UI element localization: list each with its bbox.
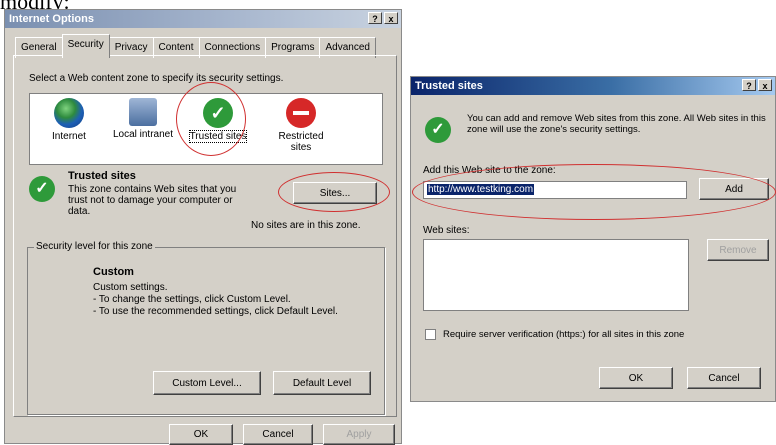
intranet-icon — [129, 98, 157, 126]
zone-label: Restricted sites — [278, 131, 324, 153]
zone-heading: Trusted sites — [68, 170, 136, 182]
trusted-sites-titlebar: Trusted sites ? x — [411, 77, 775, 95]
zone-trusted-sites[interactable]: ✓ Trusted sites — [185, 98, 251, 143]
trusted-check-icon: ✓ — [425, 117, 451, 143]
ok-button[interactable]: OK — [599, 367, 673, 389]
tab-security[interactable]: Security — [61, 34, 110, 58]
ok-button[interactable]: OK — [169, 424, 233, 445]
internet-options-window: Internet Options ? x General Security Pr… — [4, 9, 402, 445]
custom-level-button[interactable]: Custom Level... — [153, 371, 261, 395]
sites-button[interactable]: Sites... — [293, 182, 377, 204]
select-zone-text: Select a Web content zone to specify its… — [29, 73, 284, 84]
level-line-3: - To use the recommended settings, click… — [93, 306, 338, 317]
require-verification-checkbox[interactable] — [425, 329, 436, 340]
websites-list[interactable] — [423, 239, 689, 311]
zone-label: Trusted sites — [188, 130, 248, 143]
zone-label: Local intranet — [112, 129, 174, 140]
require-verification-label: Require server verification (https:) for… — [443, 329, 685, 340]
restricted-icon — [286, 98, 316, 128]
add-button[interactable]: Add — [699, 178, 769, 200]
level-line-2: - To change the settings, click Custom L… — [93, 294, 291, 305]
remove-button[interactable]: Remove — [707, 239, 769, 261]
zone-list: Internet Local intranet ✓ Trusted sites … — [29, 93, 383, 165]
site-url-value: http://www.testking.com — [427, 184, 535, 195]
help-button[interactable]: ? — [742, 79, 756, 91]
level-name: Custom — [93, 266, 134, 278]
globe-icon — [54, 98, 84, 128]
no-sites-text: No sites are in this zone. — [251, 220, 361, 231]
internet-options-titlebar: Internet Options ? x — [5, 10, 401, 28]
websites-label: Web sites: — [423, 225, 470, 236]
apply-button[interactable]: Apply — [323, 424, 395, 445]
check-icon: ✓ — [203, 98, 233, 128]
zone-internet[interactable]: Internet — [36, 98, 102, 142]
zone-restricted-sites[interactable]: Restricted sites — [268, 98, 334, 153]
add-site-label: Add this Web site to the zone: — [423, 165, 556, 176]
zone-local-intranet[interactable]: Local intranet — [110, 98, 176, 140]
window-title: Trusted sites — [415, 80, 483, 92]
cancel-button[interactable]: Cancel — [243, 424, 313, 445]
cancel-button[interactable]: Cancel — [687, 367, 761, 389]
site-url-input[interactable]: http://www.testking.com — [423, 181, 687, 199]
trusted-sites-window: Trusted sites ? x ✓ You can add and remo… — [410, 76, 776, 402]
close-button[interactable]: x — [384, 12, 398, 24]
help-button[interactable]: ? — [368, 12, 382, 24]
default-level-button[interactable]: Default Level — [273, 371, 371, 395]
intro-text: You can add and remove Web sites from th… — [467, 113, 766, 135]
close-button[interactable]: x — [758, 79, 772, 91]
zone-label: Internet — [52, 131, 86, 142]
zone-description: This zone contains Web sites that you tr… — [68, 184, 237, 217]
window-title: Internet Options — [9, 13, 94, 25]
level-line-1: Custom settings. — [93, 282, 168, 293]
security-level-title: Security level for this zone — [34, 241, 155, 252]
trusted-check-icon: ✓ — [29, 176, 55, 202]
